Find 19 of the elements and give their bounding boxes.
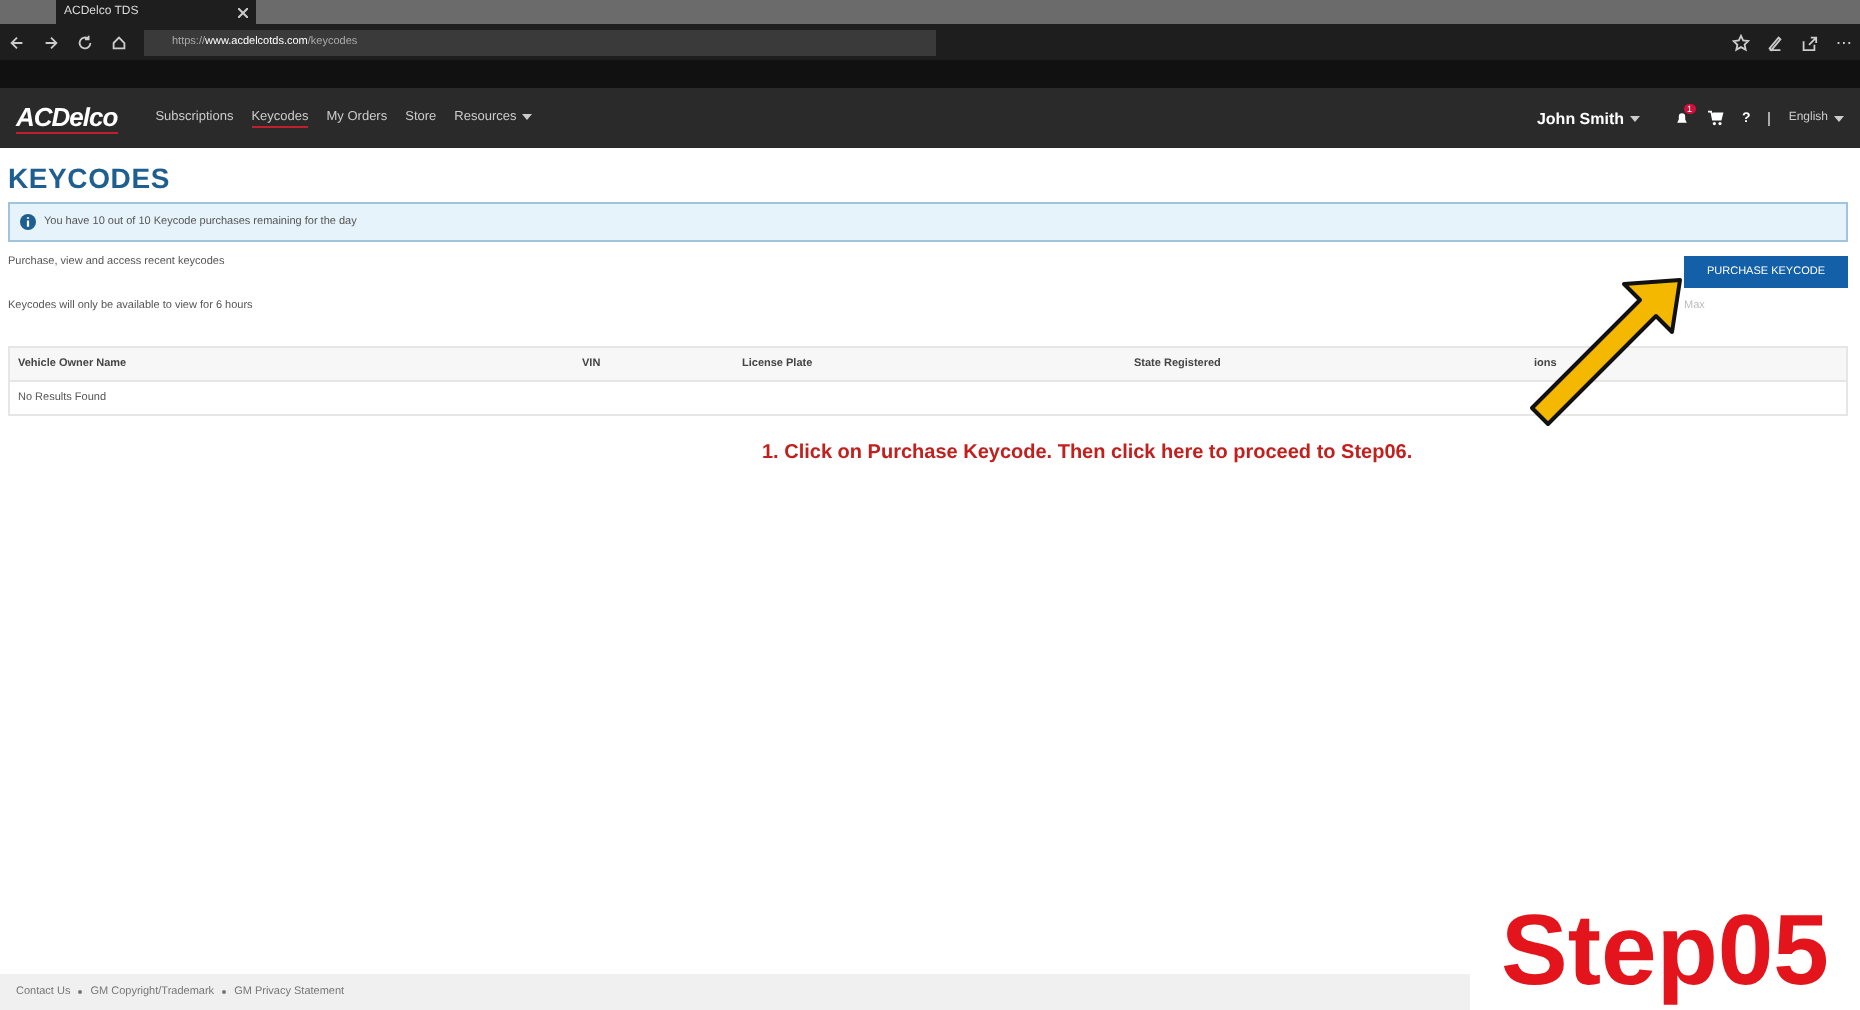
bell-icon[interactable] xyxy=(1674,110,1691,126)
back-icon[interactable] xyxy=(8,33,26,51)
caret-icon xyxy=(1834,115,1844,121)
logo: ACDelco xyxy=(16,102,118,134)
forward-icon[interactable] xyxy=(42,33,60,51)
close-icon[interactable] xyxy=(238,7,248,17)
caret-icon xyxy=(522,113,533,119)
cart-icon[interactable] xyxy=(1708,110,1725,126)
home-icon[interactable] xyxy=(110,33,128,51)
arrow-icon xyxy=(1530,278,1682,426)
share-icon[interactable] xyxy=(1800,33,1818,51)
star-icon[interactable] xyxy=(1732,33,1750,51)
user-menu[interactable]: John Smith xyxy=(1536,109,1641,127)
pen-icon[interactable] xyxy=(1766,33,1784,51)
info-icon xyxy=(20,214,36,230)
page-title: KEYCODES xyxy=(8,162,172,194)
instruction-text: 1. Click on Purchase Keycode. Then click here to proceed to Step06. xyxy=(762,442,1415,464)
caret-icon xyxy=(1630,115,1641,121)
refresh-icon[interactable] xyxy=(76,33,94,51)
